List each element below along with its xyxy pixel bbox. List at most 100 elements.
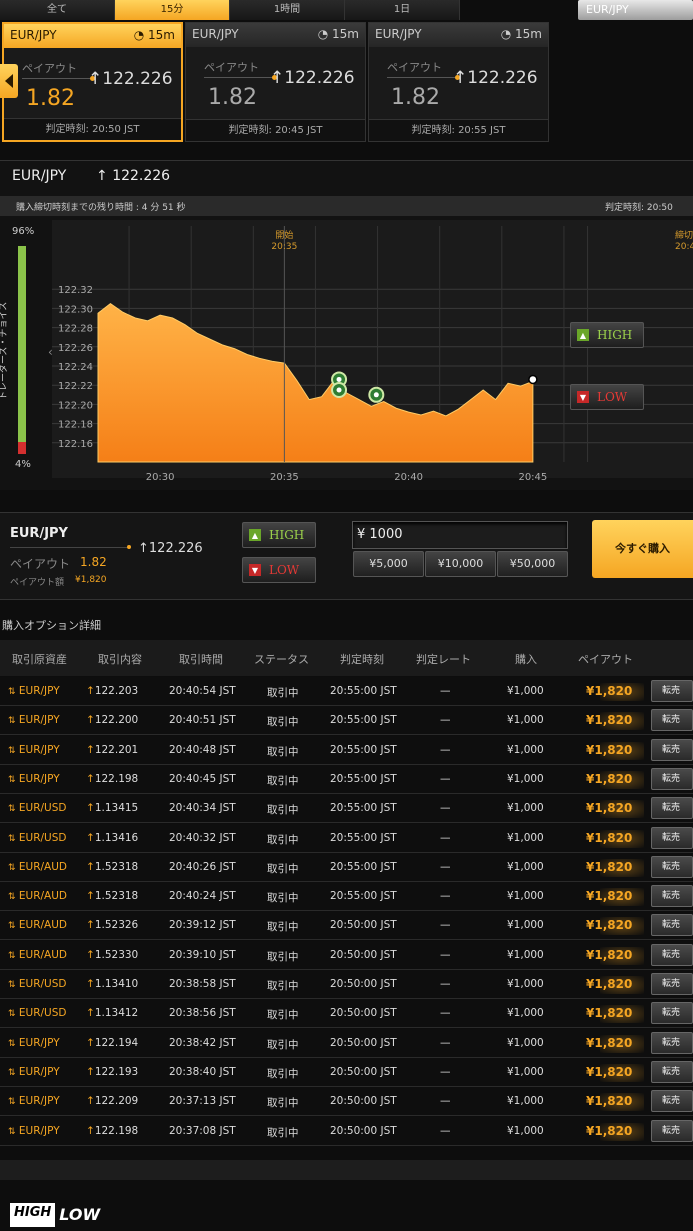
rate-cell: 122.198 (94, 772, 139, 785)
sell-button[interactable]: 転売 (651, 797, 693, 820)
chart-low-button[interactable]: ▼ LOW (570, 384, 644, 410)
updown-icon: ⇅ (8, 1067, 16, 1078)
card-payout: 1.82 (208, 85, 257, 110)
time-cell: 20:38:58 JST (169, 978, 236, 990)
option-card-3[interactable]: EUR/JPY ◔ 15m ペイアウト 1.82 ↑122.226 判定時刻: 2… (368, 22, 549, 142)
buy-cell: ¥1,000 (507, 685, 544, 697)
rate-cell: 1.52326 (94, 919, 139, 932)
buy-cell: ¥1,000 (507, 860, 544, 873)
judge-rate-cell: — (440, 743, 451, 756)
buy-cell: ¥1,000 (507, 948, 544, 961)
sell-button[interactable]: 転売 (651, 1060, 693, 1083)
buy-cell: ¥1,000 (507, 919, 544, 932)
up-arrow-icon: ↑ (86, 890, 95, 903)
up-arrow-icon: ↑ (86, 802, 95, 815)
up-arrow-icon: ↑ (86, 919, 95, 932)
rate-cell: 122.193 (94, 1065, 139, 1078)
current-price-dot (528, 374, 538, 385)
updown-icon: ⇅ (8, 950, 16, 961)
judge-rate-cell: — (440, 1095, 451, 1108)
asset-cell: EUR/JPY (18, 1124, 60, 1137)
sell-button[interactable]: 転売 (651, 680, 693, 702)
amount-input[interactable]: ¥ 1000 (352, 521, 568, 549)
judge-rate-cell: — (440, 1007, 451, 1020)
pair-select[interactable]: EUR/JPY (578, 0, 693, 20)
buy-now-button[interactable]: 今すぐ購入 (592, 520, 693, 578)
tab-1day[interactable]: 1日 (345, 0, 460, 20)
option-card-1[interactable]: EUR/JPY ◔ 15m ペイアウト 1.82 ↑122.226 判定時刻: 2… (2, 22, 183, 142)
sell-button[interactable]: 転売 (651, 738, 693, 761)
close-label: 締切 (675, 229, 693, 241)
entry-marker-dot (336, 387, 342, 393)
chart-high-button[interactable]: ▲ HIGH (570, 322, 644, 348)
countdown-text: 購入締切時刻までの残り時間 : 4 分 51 秒 (16, 203, 186, 213)
traders-choice-high-pct: 96% (12, 226, 35, 237)
card-judge-time: 判定時刻: 20:50 JST (4, 118, 181, 140)
option-card-2[interactable]: EUR/JPY ◔ 15m ペイアウト 1.82 ↑122.226 判定時刻: 2… (185, 22, 366, 142)
judge-cell: 20:50:00 JST (330, 1124, 397, 1137)
tab-1hour[interactable]: 1時間 (230, 0, 345, 20)
judge-rate-cell: — (440, 1065, 451, 1078)
rate-cell: 122.209 (94, 1095, 139, 1108)
card-pair: EUR/JPY (375, 27, 422, 41)
card-rate: 122.226 (102, 69, 173, 89)
sell-button[interactable]: 転売 (651, 1119, 693, 1142)
judge-rate-cell: — (440, 714, 451, 727)
payout-cell: ¥1,820 (586, 684, 633, 698)
up-arrow-icon: ↑ (86, 1124, 95, 1137)
close-time: 20:4 (675, 242, 693, 252)
status-cell: 取引中 (267, 687, 299, 699)
tab-15min[interactable]: 15分 (115, 0, 230, 20)
sell-button[interactable]: 転売 (651, 1002, 693, 1025)
rate-cell: 1.13412 (94, 1007, 139, 1020)
up-arrow-icon: ↑ (270, 68, 285, 88)
card-pair: EUR/JPY (192, 27, 239, 41)
table-row: ⇅ EUR/AUD ↑1.52318 20:40:26 JST 取引中 20:55:00… (0, 852, 693, 882)
y-tick-label: 122.20 (58, 400, 93, 411)
tab-all[interactable]: 全て (0, 0, 115, 20)
card-judge-time: 判定時刻: 20:55 JST (369, 119, 548, 141)
judge-rate-cell: — (440, 831, 451, 844)
updown-icon: ⇅ (8, 1009, 16, 1020)
judge-cell: 20:55:00 JST (330, 860, 397, 873)
table-row: ⇅ EUR/JPY ↑122.198 20:40:45 JST 取引中 20:55:00… (0, 764, 693, 794)
sell-button[interactable]: 転売 (651, 767, 693, 790)
sell-button[interactable]: 転売 (651, 914, 693, 937)
rate-cell: 1.13415 (94, 802, 139, 815)
x-tick-label: 20:30 (146, 472, 175, 483)
buy-cell: ¥1,000 (507, 1095, 544, 1108)
sell-button[interactable]: 転売 (651, 973, 693, 995)
quick-amount-10000[interactable]: ¥10,000 (425, 551, 496, 577)
sell-button[interactable]: 転売 (651, 943, 693, 966)
sell-button[interactable]: 転売 (651, 1090, 693, 1113)
quick-amount-50000[interactable]: ¥50,000 (497, 551, 568, 577)
card-prev-button[interactable] (0, 64, 18, 98)
updown-icon: ⇅ (8, 921, 16, 932)
y-tick-label: 122.24 (58, 362, 93, 373)
rate-cell: 1.52330 (94, 948, 139, 961)
sell-button[interactable]: 転売 (651, 855, 693, 878)
asset-cell: EUR/AUD (18, 890, 67, 903)
updown-icon: ⇅ (8, 1097, 16, 1108)
y-tick-label: 122.30 (58, 304, 93, 315)
time-cell: 20:40:26 JST (169, 860, 236, 873)
time-cell: 20:40:51 JST (169, 714, 236, 727)
time-cell: 20:37:08 JST (169, 1124, 236, 1137)
judge-cell: 20:55:00 JST (330, 772, 397, 785)
sell-button[interactable]: 転売 (651, 885, 693, 908)
time-cell: 20:39:10 JST (169, 948, 236, 961)
sell-button[interactable]: 転売 (651, 1031, 693, 1054)
order-high-button[interactable]: ▲ HIGH (242, 522, 316, 548)
payout-cell: ¥1,820 (586, 977, 633, 991)
asset-cell: EUR/AUD (18, 919, 67, 932)
highlow-logo: HIGH LOW (10, 1203, 104, 1227)
updown-icon: ⇅ (8, 774, 16, 785)
judge-cell: 20:55:00 JST (330, 743, 397, 756)
table-row: ⇅ EUR/JPY ↑122.200 20:40:51 JST 取引中 20:55:00… (0, 706, 693, 736)
order-low-button[interactable]: ▼ LOW (242, 557, 316, 583)
time-cell: 20:38:40 JST (169, 1065, 236, 1078)
up-arrow-icon: ↑ (86, 948, 95, 961)
sell-button[interactable]: 転売 (651, 826, 693, 849)
quick-amount-5000[interactable]: ¥5,000 (353, 551, 424, 577)
sell-button[interactable]: 転売 (651, 709, 693, 732)
